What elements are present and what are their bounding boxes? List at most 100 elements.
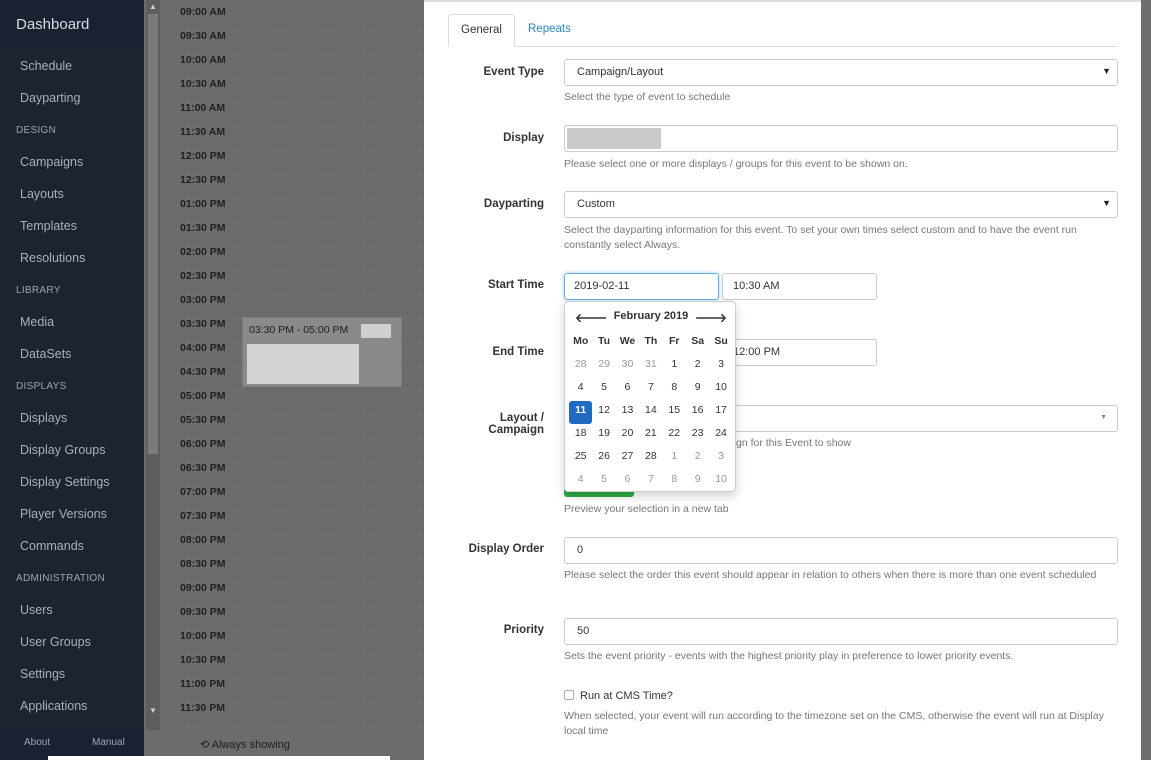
sidebar-item-applications[interactable]: Applications — [20, 699, 87, 713]
datepicker-day[interactable]: 30 — [616, 355, 639, 378]
datepicker-day[interactable]: 29 — [592, 355, 615, 378]
datepicker-dow: Su — [714, 335, 728, 347]
sidebar-item-settings[interactable]: Settings — [20, 667, 65, 681]
datepicker-day[interactable]: 10 — [709, 378, 732, 401]
scrollbar-thumb[interactable] — [148, 14, 158, 454]
sidebar-section-library: LIBRARY — [16, 285, 61, 296]
datepicker-day[interactable]: 26 — [592, 447, 615, 470]
datepicker-day[interactable]: 25 — [569, 447, 592, 470]
sidebar-item-templates[interactable]: Templates — [20, 219, 77, 233]
datepicker-day[interactable]: 31 — [639, 355, 662, 378]
datepicker-day[interactable]: 27 — [616, 447, 639, 470]
datepicker-day[interactable]: 8 — [663, 378, 686, 401]
start-time-input[interactable]: 10:30 AM — [722, 273, 877, 300]
arrow-left-icon[interactable]: 🡐 — [575, 310, 607, 325]
sidebar: Dashboard Schedule Dayparting DESIGN Cam… — [0, 0, 144, 760]
sidebar-item-display-groups[interactable]: Display Groups — [20, 443, 105, 457]
datepicker-week-row: 4 5 6 7 8 9 10 — [569, 378, 733, 401]
sidebar-item-users[interactable]: Users — [20, 603, 53, 617]
cms-time-label: Run at CMS Time? — [580, 690, 673, 702]
display-select[interactable] — [564, 125, 1118, 152]
datepicker-day[interactable]: 10 — [709, 470, 732, 493]
event-type-value: Campaign/Layout — [577, 66, 664, 78]
time-slot-label: 09:00 PM — [180, 582, 226, 594]
sidebar-section-design: DESIGN — [16, 125, 57, 136]
time-slot-label: 04:30 PM — [180, 366, 226, 378]
datepicker-day[interactable]: 4 — [569, 470, 592, 493]
time-slot-label: 10:00 PM — [180, 630, 226, 642]
datepicker-day[interactable]: 12 — [592, 401, 615, 424]
end-time-input[interactable]: 12:00 PM — [722, 339, 877, 366]
datepicker-day[interactable]: 17 — [709, 401, 732, 424]
datepicker-day[interactable]: 22 — [663, 424, 686, 447]
datepicker-day[interactable]: 16 — [686, 401, 709, 424]
sidebar-item-media[interactable]: Media — [20, 315, 54, 329]
tab-repeats[interactable]: Repeats — [516, 14, 583, 47]
time-slot-divider — [174, 672, 424, 673]
time-slot-divider — [174, 48, 424, 49]
datepicker-day[interactable]: 14 — [639, 401, 662, 424]
datepicker-day[interactable]: 3 — [709, 355, 732, 378]
sidebar-item-display-settings[interactable]: Display Settings — [20, 475, 110, 489]
dayparting-select[interactable]: Custom ▼ — [564, 191, 1118, 218]
datepicker-day[interactable]: 7 — [639, 378, 662, 401]
datepicker-day[interactable]: 24 — [709, 424, 732, 447]
sidebar-brand[interactable]: Dashboard — [0, 0, 144, 46]
time-slot-label: 11:30 PM — [180, 702, 225, 714]
datepicker-day[interactable]: 15 — [663, 401, 686, 424]
datepicker-day[interactable]: 7 — [639, 470, 662, 493]
sidebar-item-commands[interactable]: Commands — [20, 539, 84, 553]
event-type-select[interactable]: Campaign/Layout ▼ — [564, 59, 1118, 86]
datepicker-day[interactable]: 4 — [569, 378, 592, 401]
time-slot-label: 03:00 PM — [180, 294, 226, 306]
datepicker-day[interactable]: 21 — [639, 424, 662, 447]
sidebar-item-user-groups[interactable]: User Groups — [20, 635, 91, 649]
sidebar-item-resolutions[interactable]: Resolutions — [20, 251, 85, 265]
datepicker-day[interactable]: 2 — [686, 355, 709, 378]
sidebar-item-schedule[interactable]: Schedule — [20, 59, 72, 73]
datepicker-day[interactable]: 20 — [616, 424, 639, 447]
arrow-right-icon[interactable]: 🡒 — [695, 310, 727, 325]
start-date-input[interactable]: 2019-02-11 — [564, 273, 719, 300]
event-redacted-chip — [361, 324, 391, 338]
caret-down-icon: ▼ — [1102, 66, 1111, 76]
scroll-down-icon[interactable]: ▼ — [149, 706, 157, 715]
manual-link[interactable]: Manual — [92, 737, 125, 748]
datepicker-day[interactable]: 8 — [663, 470, 686, 493]
datepicker-day[interactable]: 1 — [663, 447, 686, 470]
sidebar-item-campaigns[interactable]: Campaigns — [20, 155, 83, 169]
datepicker-day[interactable]: 5 — [592, 378, 615, 401]
sidebar-item-dayparting[interactable]: Dayparting — [20, 91, 80, 105]
datepicker-day[interactable]: 28 — [569, 355, 592, 378]
datepicker-day[interactable]: 5 — [592, 470, 615, 493]
datepicker-day[interactable]: 28 — [639, 447, 662, 470]
modal-top-border — [424, 0, 1141, 2]
datepicker-day[interactable]: 3 — [709, 447, 732, 470]
time-slot-label: 01:30 PM — [180, 222, 226, 234]
tab-general[interactable]: General — [448, 14, 515, 47]
scroll-up-icon[interactable]: ▲ — [149, 2, 157, 11]
datepicker-day[interactable]: 1 — [663, 355, 686, 378]
sidebar-item-displays[interactable]: Displays — [20, 411, 67, 425]
time-slot-divider — [174, 696, 424, 697]
sidebar-item-layouts[interactable]: Layouts — [20, 187, 64, 201]
time-slot-label: 08:00 PM — [180, 534, 226, 546]
display-order-input[interactable]: 0 — [564, 537, 1118, 564]
datepicker-day[interactable]: 9 — [686, 378, 709, 401]
calendar-scrollbar[interactable]: ▲ ▼ — [146, 0, 160, 730]
datepicker-day[interactable]: 6 — [616, 470, 639, 493]
about-link[interactable]: About — [24, 737, 50, 748]
calendar-event[interactable]: 03:30 PM - 05:00 PM — [242, 317, 402, 387]
datepicker-day[interactable]: 9 — [686, 470, 709, 493]
datepicker-day[interactable]: 18 — [569, 424, 592, 447]
priority-input[interactable]: 50 — [564, 618, 1118, 645]
datepicker-day[interactable]: 6 — [616, 378, 639, 401]
datepicker-day[interactable]: 13 — [616, 401, 639, 424]
datepicker-day[interactable]: 2 — [686, 447, 709, 470]
sidebar-item-player-versions[interactable]: Player Versions — [20, 507, 107, 521]
datepicker-day[interactable]: 19 — [592, 424, 615, 447]
sidebar-item-datasets[interactable]: DataSets — [20, 347, 71, 361]
cms-time-checkbox[interactable] — [564, 690, 574, 700]
datepicker-day[interactable]: 11 — [569, 401, 593, 424]
datepicker-day[interactable]: 23 — [686, 424, 709, 447]
